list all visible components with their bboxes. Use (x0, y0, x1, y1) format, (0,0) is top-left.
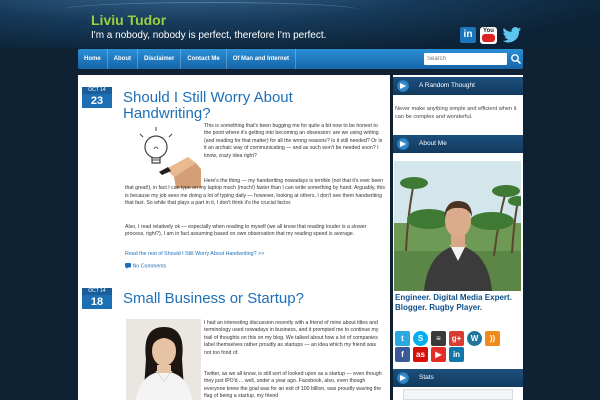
post-date-month: OCT 14 (82, 87, 112, 94)
twitter-icon[interactable] (502, 27, 522, 45)
post-paragraph: Twitter, as we all know, is still sort o… (204, 371, 382, 400)
youtube-icon-label: You (483, 28, 494, 34)
linkedin-icon[interactable]: in (460, 27, 476, 43)
stats-graph (403, 389, 513, 400)
post-date-day: 23 (90, 95, 104, 107)
read-more-link[interactable]: Read the rest of Should I Still Worry Ab… (125, 251, 264, 257)
social-icons-row: t S ≡ g+ W )) (395, 331, 503, 347)
facebook-icon[interactable]: f (395, 347, 410, 362)
nav-home[interactable]: Home (78, 49, 108, 69)
googleplus-icon[interactable]: g+ (449, 331, 464, 346)
nav-disclaimer[interactable]: Disclaimer (138, 49, 182, 69)
nav-of-man-and-internet[interactable]: Of Man and Internet (227, 49, 297, 69)
rss-icon[interactable]: )) (485, 331, 500, 346)
youtube-icon[interactable]: You (480, 27, 497, 44)
post-date-badge: OCT 14 23 (82, 87, 112, 108)
social-icons-row: f as ▶ in (395, 347, 467, 363)
widget-heading-about-me: About Me (393, 135, 523, 153)
post-date-badge: OCT 14 18 (82, 288, 112, 309)
site-title[interactable]: Liviu Tudor (91, 12, 166, 28)
comments-label: No Comments (132, 263, 167, 270)
search-icon[interactable] (510, 53, 522, 65)
linkedin-icon[interactable]: in (449, 347, 464, 362)
woman-portrait-image (126, 319, 201, 400)
post-handwriting: OCT 14 23 Should I Still Worry About Han… (78, 75, 390, 280)
youtube-icon[interactable]: ▶ (431, 347, 446, 362)
stackoverflow-icon[interactable]: ≡ (431, 331, 446, 346)
widget-title: A Random Thought (419, 82, 475, 89)
search-input[interactable] (424, 53, 507, 65)
comment-icon (125, 263, 131, 269)
arrow-circle-icon (397, 372, 409, 384)
nav-contact-me[interactable]: Contact Me (181, 49, 227, 69)
skype-icon[interactable]: S (413, 331, 428, 346)
site-tagline: I'm a nobody, nobody is perfect, therefo… (91, 30, 327, 41)
post-paragraph: This is something that's been bugging me… (204, 123, 383, 159)
widget-title: Stats (419, 374, 434, 381)
sidebar: A Random Thought Never make anything sim… (393, 75, 523, 400)
twitter-icon[interactable]: t (395, 331, 410, 346)
post-small-business: OCT 14 18 Small Business or Startup? I h… (78, 280, 390, 400)
arrow-circle-icon (397, 138, 409, 150)
main-content: OCT 14 23 Should I Still Worry About Han… (78, 75, 390, 400)
widget-title: About Me (419, 140, 447, 147)
nav-about[interactable]: About (108, 49, 138, 69)
author-photo (394, 161, 521, 291)
about-me-bio: Engineer. Digital Media Expert. Blogger.… (395, 293, 512, 312)
random-thought-text: Never make anything simple and efficient… (395, 106, 517, 120)
widget-heading-stats: Stats (393, 369, 523, 387)
post-paragraph: I had an interesting discussion recently… (204, 320, 379, 356)
youtube-icon-tube (482, 34, 495, 42)
post-paragraph: Here's the thing — my handwriting nowada… (125, 178, 385, 207)
post-title[interactable]: Small Business or Startup? (123, 291, 383, 307)
post-date-day: 18 (90, 296, 104, 308)
post-date-month: OCT 14 (82, 288, 112, 295)
post-paragraph: Also, I read relatively ok — especially … (125, 224, 367, 238)
arrow-circle-icon (397, 80, 409, 92)
lastfm-icon[interactable]: as (413, 347, 428, 362)
widget-heading-random-thought: A Random Thought (393, 77, 523, 95)
post-title[interactable]: Should I Still Worry About Handwriting? (123, 90, 383, 122)
comments-link[interactable]: No Comments (125, 263, 166, 269)
wordpress-icon[interactable]: W (467, 331, 482, 346)
